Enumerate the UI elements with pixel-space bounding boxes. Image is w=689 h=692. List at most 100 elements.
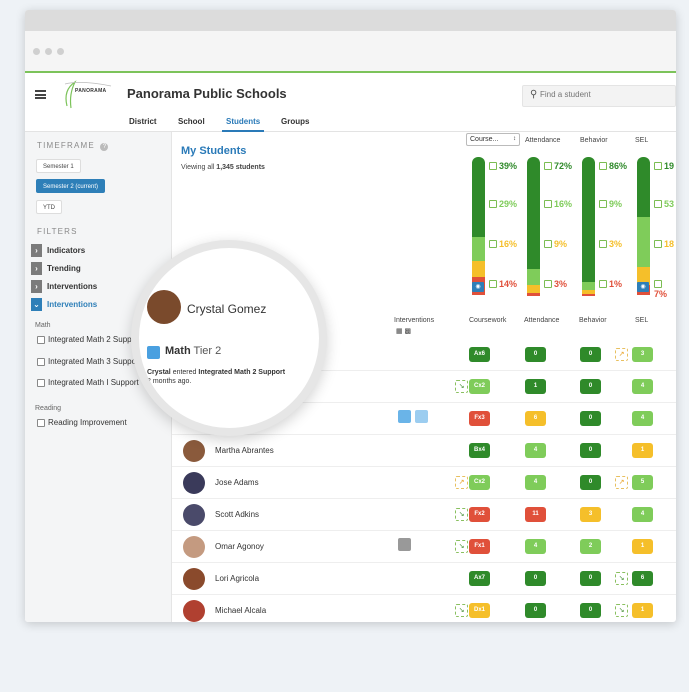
course-select[interactable]: Course... ↕	[466, 133, 520, 146]
sel-chip[interactable]: 1	[632, 603, 653, 618]
trend-up-icon[interactable]: ↗	[615, 348, 628, 361]
attendance-chip[interactable]: 11	[525, 507, 546, 522]
summary-percent[interactable]: 7%	[654, 279, 676, 299]
attendance-chip[interactable]: 1	[525, 379, 546, 394]
math-intervention-icon[interactable]	[398, 538, 411, 551]
coursework-chip[interactable]: Fx1	[469, 539, 490, 554]
checkbox-icon[interactable]	[37, 336, 45, 344]
nav-district[interactable]: District	[129, 117, 157, 126]
coursework-summary-bar[interactable]	[472, 157, 485, 296]
attendance-chip[interactable]: 4	[525, 475, 546, 490]
bar-segment[interactable]	[527, 157, 540, 269]
trend-down-icon[interactable]: ↘	[455, 508, 468, 521]
hamburger-menu-icon[interactable]	[35, 90, 46, 99]
timeframe-semester-2[interactable]: Semester 2 (current)	[36, 179, 106, 193]
th-coursework[interactable]: Coursework	[469, 317, 506, 324]
behavior-chip[interactable]: 0	[580, 603, 601, 618]
filter-interventions-open[interactable]: ⌄ Interventions	[31, 298, 97, 311]
summary-percent[interactable]: 1%	[599, 279, 622, 289]
sel-chip[interactable]: 6	[632, 571, 653, 586]
behavior-summary-bar[interactable]	[582, 157, 595, 296]
behavior-chip[interactable]: 0	[580, 379, 601, 394]
sel-chip[interactable]: 4	[632, 507, 653, 522]
summary-percent[interactable]: 9%	[544, 239, 567, 249]
checkbox-icon[interactable]	[599, 240, 607, 248]
bar-segment[interactable]	[472, 261, 485, 277]
attendance-chip[interactable]: 0	[525, 347, 546, 362]
summary-percent[interactable]: 53	[654, 199, 674, 209]
filter-indicators[interactable]: › Indicators	[31, 244, 85, 257]
table-row[interactable]: Omar Agonoy ↘ Fx1 4 2 1	[172, 531, 676, 563]
table-row[interactable]: Michael Alcala ↘ ↘ Dx1 0 0 1	[172, 595, 676, 622]
trend-down-icon[interactable]: ↘	[615, 572, 628, 585]
trend-down-icon[interactable]: ↘	[615, 604, 628, 617]
window-close-dot[interactable]	[33, 48, 40, 55]
checkbox-icon[interactable]	[489, 200, 497, 208]
sel-chip[interactable]: 1	[632, 443, 653, 458]
checkbox-icon[interactable]	[544, 240, 552, 248]
math-intervention-icon[interactable]	[398, 410, 411, 423]
behavior-chip[interactable]: 0	[580, 347, 601, 362]
summary-percent[interactable]: 9%	[599, 199, 622, 209]
bar-segment[interactable]	[637, 217, 650, 267]
checkbox-icon[interactable]	[599, 200, 607, 208]
help-icon[interactable]: ?	[100, 143, 109, 151]
summary-percent[interactable]: 86%	[599, 161, 627, 171]
summary-percent[interactable]: 39%	[489, 161, 517, 171]
col-behavior[interactable]: Behavior	[580, 137, 608, 144]
bar-segment[interactable]	[582, 294, 595, 296]
student-name[interactable]: Jose Adams	[215, 478, 259, 487]
attendance-chip[interactable]: 0	[525, 571, 546, 586]
behavior-chip[interactable]: 0	[580, 443, 601, 458]
trend-down-icon[interactable]: ↘	[455, 604, 468, 617]
bar-segment[interactable]	[472, 157, 485, 237]
bar-segment[interactable]	[527, 269, 540, 285]
checkbox-icon[interactable]	[37, 358, 45, 366]
checkbox-reading[interactable]: Reading Improvement	[37, 418, 127, 427]
checkbox-icon[interactable]	[544, 280, 552, 288]
checkbox-math-3[interactable]: Integrated Math 3 Support	[37, 357, 147, 366]
bar-segment[interactable]	[472, 237, 485, 261]
sel-chip[interactable]: 3	[632, 347, 653, 362]
coursework-chip[interactable]: Fx3	[469, 411, 490, 426]
student-name[interactable]: Scott Adkins	[215, 510, 259, 519]
timeframe-ytd[interactable]: YTD	[36, 200, 62, 214]
nav-groups[interactable]: Groups	[281, 117, 309, 126]
sel-chip[interactable]: 4	[632, 379, 653, 394]
checkbox-icon[interactable]	[654, 162, 662, 170]
checkbox-icon[interactable]	[544, 162, 552, 170]
checkbox-icon[interactable]	[654, 200, 662, 208]
table-row[interactable]: Jose Adams ↗ ↗ Cx2 4 0 5	[172, 467, 676, 499]
timeframe-semester-1[interactable]: Semester 1	[36, 159, 81, 173]
student-name[interactable]: Lori Agricola	[215, 574, 259, 583]
search-input[interactable]	[540, 90, 670, 99]
behavior-chip[interactable]: 3	[580, 507, 601, 522]
attendance-summary-bar[interactable]	[527, 157, 540, 296]
summary-percent[interactable]: 16%	[544, 199, 572, 209]
checkbox-math-1[interactable]: Integrated Math I Support	[37, 378, 147, 387]
behavior-chip[interactable]: 2	[580, 539, 601, 554]
sel-chip[interactable]: 1	[632, 539, 653, 554]
checkbox-icon[interactable]	[654, 280, 662, 288]
attendance-chip[interactable]: 4	[525, 443, 546, 458]
bar-segment[interactable]	[637, 157, 650, 217]
sel-summary-bar[interactable]	[637, 157, 650, 296]
window-minimize-dot[interactable]	[45, 48, 52, 55]
attendance-chip[interactable]: 0	[525, 603, 546, 618]
checkbox-icon[interactable]	[489, 240, 497, 248]
coursework-chip[interactable]: Dx1	[469, 603, 490, 618]
behavior-chip[interactable]: 0	[580, 411, 601, 426]
student-search[interactable]: ⚲	[522, 85, 676, 107]
panorama-logo[interactable]	[61, 78, 113, 112]
reading-intervention-icon[interactable]	[415, 410, 428, 423]
checkbox-icon[interactable]	[489, 280, 497, 288]
summary-percent[interactable]: 29%	[489, 199, 517, 209]
summary-percent[interactable]: 18	[654, 239, 674, 249]
coursework-chip[interactable]: Bx4	[469, 443, 490, 458]
nav-school[interactable]: School	[178, 117, 205, 126]
trend-down-icon[interactable]: ↘	[455, 380, 468, 393]
th-attendance[interactable]: Attendance	[524, 317, 559, 324]
summary-percent[interactable]: 19	[654, 161, 674, 171]
trend-down-icon[interactable]: ↘	[455, 540, 468, 553]
summary-percent[interactable]: 72%	[544, 161, 572, 171]
